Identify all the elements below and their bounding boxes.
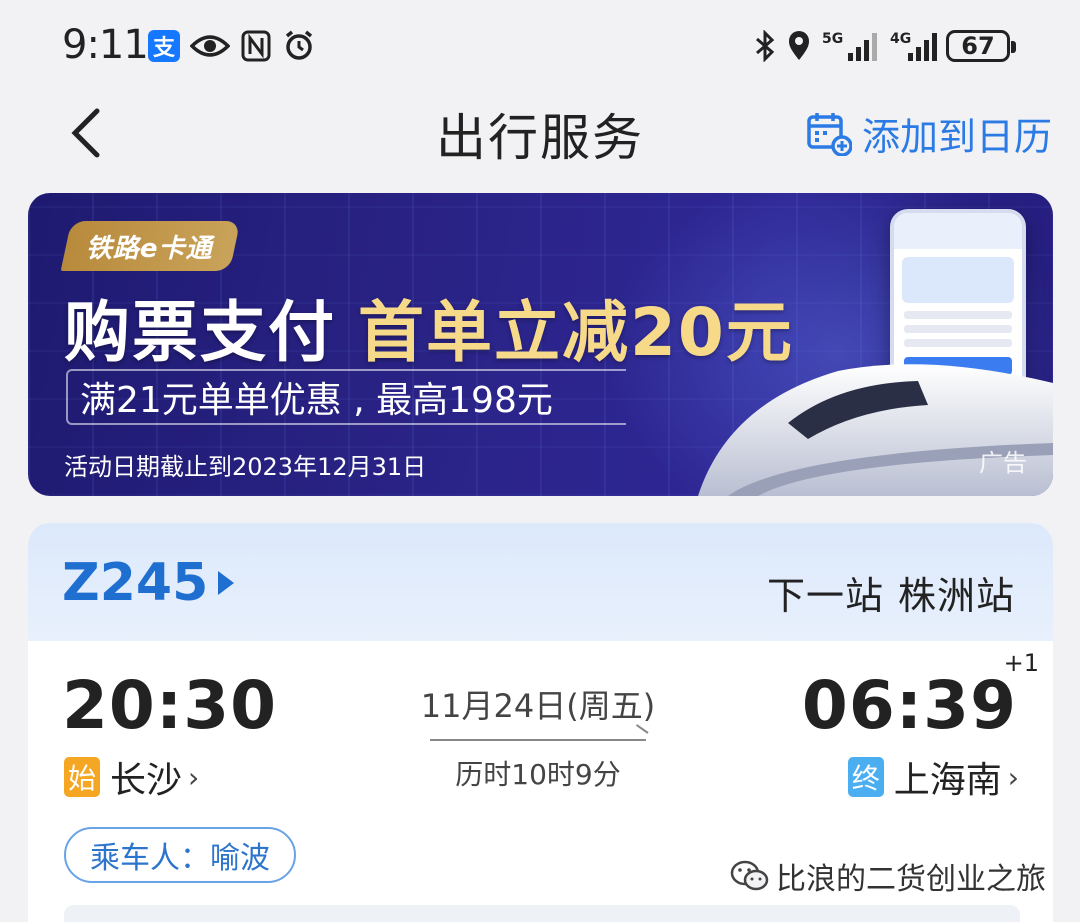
alarm-icon xyxy=(282,28,316,64)
banner-headline-main: 购票支付 xyxy=(64,294,336,371)
trip-card-header: Z245 下一站 株洲站 xyxy=(28,523,1053,641)
bluetooth-icon xyxy=(752,28,778,64)
brand-tag: 铁路e卡通 xyxy=(60,221,240,271)
departure-station: 长沙 xyxy=(110,760,183,801)
svg-text:5G: 5G xyxy=(822,31,843,47)
status-time: 9:11 xyxy=(62,22,149,68)
travel-date: 11月24日(周五) xyxy=(420,687,656,725)
start-badge: 始 xyxy=(64,757,100,797)
arrival-station-link[interactable]: 终 上海南 › xyxy=(847,751,1019,803)
arrival-time: 06:39 xyxy=(801,667,1017,744)
chevron-right-icon: › xyxy=(188,760,200,794)
departure-station-link[interactable]: 始 长沙 › xyxy=(64,751,199,803)
signal-5g-icon: 5G xyxy=(822,28,880,64)
passenger-chip[interactable]: 乘车人：喻波 xyxy=(64,827,296,883)
departure-time: 20:30 xyxy=(62,667,278,744)
calendar-add-icon xyxy=(806,110,854,158)
promo-banner[interactable]: 铁路e卡通 购票支付 首单立减20元 满21元单单优惠 , 最高198元 活动日期… xyxy=(28,193,1053,496)
lower-section-placeholder xyxy=(64,905,1020,922)
svg-text:4G: 4G xyxy=(890,31,911,47)
brand-label: 铁路e卡通 xyxy=(86,233,213,264)
banner-subline: 满21元单单优惠 , 最高198元 xyxy=(66,369,626,425)
watermark: 比浪的二货创业之旅 xyxy=(730,854,1046,898)
watermark-text: 比浪的二货创业之旅 xyxy=(776,862,1046,897)
travel-duration: 历时10时9分 xyxy=(455,758,621,791)
next-station-name: 株洲站 xyxy=(897,574,1015,618)
add-to-calendar-label: 添加到日历 xyxy=(861,115,1052,159)
train-number: Z245 xyxy=(62,553,209,613)
signal-4g-icon: 4G xyxy=(890,28,940,64)
end-badge: 终 xyxy=(847,757,884,797)
next-station: 下一站 株洲站 xyxy=(767,565,1015,620)
battery-icon: 67 xyxy=(946,30,1016,62)
wechat-icon xyxy=(730,859,770,893)
next-station-label: 下一站 xyxy=(766,574,884,618)
alipay-icon: 支 xyxy=(148,30,180,62)
nfc-icon xyxy=(240,28,272,64)
banner-date-note: 活动日期截止到2023年12月31日 xyxy=(64,453,427,481)
play-arrow-icon xyxy=(218,571,235,595)
trip-middle-info: 11月24日(周五) 历时10时9分 xyxy=(408,681,668,793)
arrow-right-icon xyxy=(430,739,646,741)
train-number-link[interactable]: Z245 xyxy=(62,553,235,613)
add-to-calendar-button[interactable]: 添加到日历 xyxy=(806,106,1052,161)
chevron-right-icon: › xyxy=(1007,760,1019,794)
location-icon xyxy=(786,28,812,64)
status-bar: 9:11 支 5G 4G 67 xyxy=(0,0,1080,92)
arrival-station: 上海南 xyxy=(893,760,1002,801)
eye-icon xyxy=(190,28,230,64)
ad-label: 广告 xyxy=(979,449,1027,477)
